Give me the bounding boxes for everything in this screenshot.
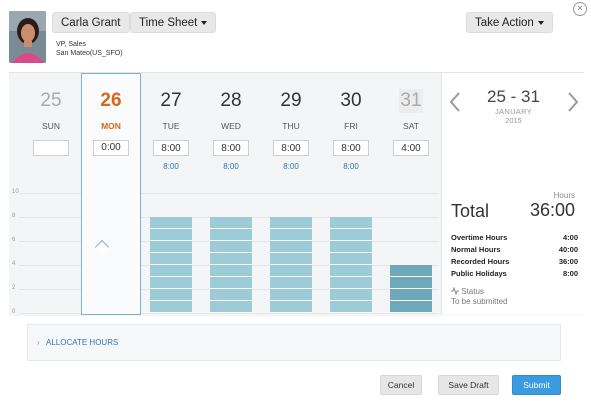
save-draft-button[interactable]: Save Draft xyxy=(438,375,499,395)
user-name-button[interactable]: Carla Grant xyxy=(52,12,130,33)
hours-bar-sat xyxy=(390,265,432,313)
day-number: 28 xyxy=(220,90,242,111)
user-location: San Mateo(US_SFO) xyxy=(56,50,123,57)
day-column-sat: 31 SAT xyxy=(381,73,441,162)
take-action-dropdown[interactable]: Take Action xyxy=(466,12,553,33)
hours-bar-thu xyxy=(270,217,312,313)
timesheet-dropdown[interactable]: Time Sheet xyxy=(130,12,217,33)
day-name: MON xyxy=(101,121,121,131)
day-column-thu: 29 THU 8:00 xyxy=(261,73,321,171)
day-number: 30 xyxy=(340,90,362,111)
y-tick-label: 0 xyxy=(12,309,16,315)
scheduled-hours: 8:00 xyxy=(343,162,359,171)
summary-row-value: 40:00 xyxy=(558,245,578,254)
day-name: THU xyxy=(282,121,300,131)
day-number: 25 xyxy=(40,90,62,111)
summary-row-label: Recorded Hours xyxy=(451,257,510,266)
timesheet-panel: 10 8 6 4 2 0 25 SUN 26 MON 0:00 27 TUE 8… xyxy=(9,72,584,316)
hours-input-wed[interactable] xyxy=(213,140,249,156)
close-icon[interactable]: × xyxy=(573,2,587,16)
hours-bar-wed xyxy=(210,217,252,313)
user-name: Carla Grant xyxy=(61,17,121,29)
total-value: 36:00 xyxy=(529,200,575,220)
day-name: SAT xyxy=(403,121,419,131)
day-number: 29 xyxy=(280,90,302,111)
hours-input-sat[interactable] xyxy=(393,140,429,156)
day-column-wed: 28 WED 8:00 xyxy=(201,73,261,171)
day-name: TUE xyxy=(162,121,180,131)
allocate-hours-label: ALLOCATE HOURS xyxy=(46,338,119,347)
timesheet-label: Time Sheet xyxy=(139,17,198,29)
y-tick-label: 2 xyxy=(12,285,16,291)
caret-down-icon xyxy=(537,20,544,25)
hours-bar-tue xyxy=(150,217,192,313)
summary-row-label: Public Holidays xyxy=(451,269,507,278)
cancel-button[interactable]: Cancel xyxy=(380,375,422,395)
summary-row-value: 36:00 xyxy=(558,257,578,266)
scheduled-hours: 8:00 xyxy=(163,162,179,171)
day-name: FRI xyxy=(344,121,358,131)
day-name: SUN xyxy=(42,121,60,131)
status-label: Status xyxy=(451,286,484,296)
pulse-icon xyxy=(451,286,459,296)
day-name: WED xyxy=(221,121,241,131)
summary-row-value: 4:00 xyxy=(562,233,578,242)
user-details: VP, Sales San Mateo(US_SFO) xyxy=(56,40,123,58)
caret-down-icon xyxy=(201,20,208,25)
take-action-label: Take Action xyxy=(475,17,534,29)
chevron-right-icon[interactable] xyxy=(566,91,580,113)
day-number: 27 xyxy=(160,90,182,111)
hours-bar-fri xyxy=(330,217,372,313)
day-number: 31 xyxy=(399,89,423,113)
hours-input-fri[interactable] xyxy=(333,140,369,156)
hours-part: 0 xyxy=(101,142,107,153)
week-range: 25 - 31 xyxy=(487,87,540,106)
summary-row-holidays: Public Holidays 8:00 xyxy=(451,269,578,278)
scheduled-hours: 8:00 xyxy=(283,162,299,171)
summary-row-overtime: Overtime Hours 4:00 xyxy=(451,233,578,242)
week-summary: 25 - 31 JANUARY 2015 Hours Total 36:00 O… xyxy=(441,73,584,315)
hours-input-sun[interactable] xyxy=(33,140,69,156)
status-label-text: Status xyxy=(461,287,484,296)
hours-column-label: Hours xyxy=(553,191,575,200)
user-role: VP, Sales xyxy=(56,41,86,48)
week-year: 2015 xyxy=(505,116,522,125)
hours-input-tue[interactable] xyxy=(153,140,189,156)
y-tick-label: 6 xyxy=(12,237,16,243)
summary-row-normal: Normal Hours 40:00 xyxy=(451,245,578,254)
submit-button[interactable]: Submit xyxy=(512,375,561,395)
day-column-fri: 30 FRI 8:00 xyxy=(321,73,381,171)
total-label: Total xyxy=(451,201,490,221)
summary-row-value: 8:00 xyxy=(562,269,578,278)
y-tick-label: 4 xyxy=(12,261,16,267)
week-month: JANUARY xyxy=(495,107,532,116)
day-column-tue: 27 TUE 8:00 xyxy=(141,73,201,171)
y-tick-label: 8 xyxy=(12,213,16,219)
hours-input-mon[interactable]: 0:00 xyxy=(93,140,129,156)
day-column-mon: 26 MON 0:00 xyxy=(81,73,141,162)
avatar xyxy=(9,11,46,63)
day-column-sun: 25 SUN xyxy=(21,73,81,162)
header: Carla Grant Time Sheet VP, Sales San Mat… xyxy=(0,0,591,72)
y-tick-label: 10 xyxy=(12,189,19,195)
hours-input-thu[interactable] xyxy=(273,140,309,156)
summary-row-recorded: Recorded Hours 36:00 xyxy=(451,257,578,266)
day-number: 26 xyxy=(100,90,122,111)
allocate-hours-toggle[interactable]: › ALLOCATE HOURS xyxy=(27,324,561,361)
chevron-right-icon: › xyxy=(37,338,40,347)
minutes-part: 00 xyxy=(109,142,121,153)
scheduled-hours: 8:00 xyxy=(223,162,239,171)
status-value: To be submitted xyxy=(451,297,508,306)
summary-row-label: Overtime Hours xyxy=(451,233,508,242)
summary-row-label: Normal Hours xyxy=(451,245,501,254)
